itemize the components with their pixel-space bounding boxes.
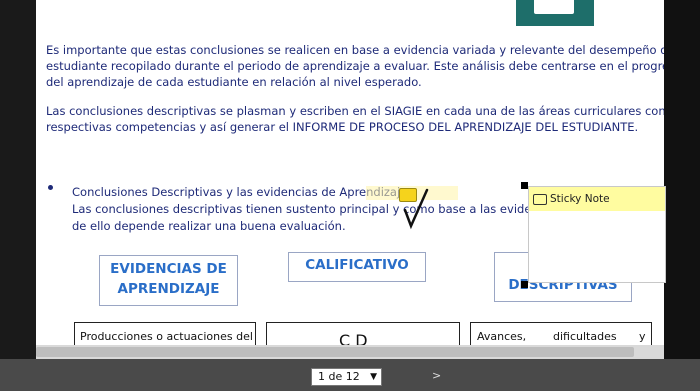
evidencias-line2: APRENDIZAJE [117, 281, 220, 297]
table-cell-text: Producciones o actuaciones del [80, 330, 253, 343]
bullet-line: de ello depende realizar una buena evalu… [72, 219, 346, 233]
table-cell: C D [266, 322, 460, 345]
table-cell-text: C D [339, 331, 368, 345]
teal-image [516, 0, 594, 26]
page-selector-value: 1 de 12 [318, 370, 360, 383]
sticky-note-header[interactable]: Sticky Note [529, 187, 665, 211]
paragraph-line: estudiante recopilado durante el periodo… [46, 59, 664, 73]
paragraph-line: del aprendizaje de cada estudiante en re… [46, 75, 422, 89]
bullet-point [48, 185, 53, 190]
page-selector[interactable]: 1 de 12 ▼ [311, 368, 382, 386]
evidencias-box: EVIDENCIAS DE APRENDIZAJE [99, 255, 238, 306]
document-page: Es importante que estas conclusiones se … [36, 0, 664, 345]
checkmark-annotation [403, 188, 429, 230]
scrollbar-thumb[interactable] [36, 347, 634, 357]
table-cell-text: Avances, [477, 330, 527, 343]
resize-handle[interactable] [521, 182, 528, 189]
table-cell-text: dificultades [553, 330, 617, 343]
bullet-text: Conclusiones Descriptivas y las evidenci… [72, 184, 561, 235]
table-cell-text: y [639, 330, 646, 343]
horizontal-scrollbar[interactable] [36, 345, 664, 359]
sticky-note-popup[interactable]: Sticky Note [528, 186, 666, 283]
note-icon [533, 193, 547, 205]
resize-handle[interactable] [521, 281, 528, 288]
bullet-line: Las conclusiones descriptivas tienen sus… [72, 202, 562, 216]
paragraph-line: Las conclusiones descriptivas se plasman… [46, 104, 664, 118]
paragraph-siagie: Las conclusiones descriptivas se plasman… [46, 103, 664, 135]
chevron-down-icon: ▼ [370, 372, 377, 382]
teal-image-inner [534, 0, 574, 14]
paragraph-evidence: Es importante que estas conclusiones se … [46, 42, 664, 90]
paragraph-line: Es importante que estas conclusiones se … [46, 43, 664, 57]
calificativo-label: CALIFICATIVO [305, 257, 409, 273]
paragraph-line: respectivas competencias y así generar e… [46, 120, 639, 134]
next-page-button[interactable]: > [432, 369, 441, 382]
right-panel [664, 0, 700, 391]
sticky-note-title: Sticky Note [550, 193, 610, 205]
table-cell: Producciones o actuaciones del [74, 322, 256, 345]
left-panel [0, 0, 36, 391]
calificativo-box: CALIFICATIVO [288, 252, 426, 282]
evidencias-line1: EVIDENCIAS DE [110, 261, 227, 277]
table-cell: Avances, dificultades y [470, 322, 652, 345]
bullet-title: Conclusiones Descriptivas y las evidenci… [72, 185, 408, 199]
